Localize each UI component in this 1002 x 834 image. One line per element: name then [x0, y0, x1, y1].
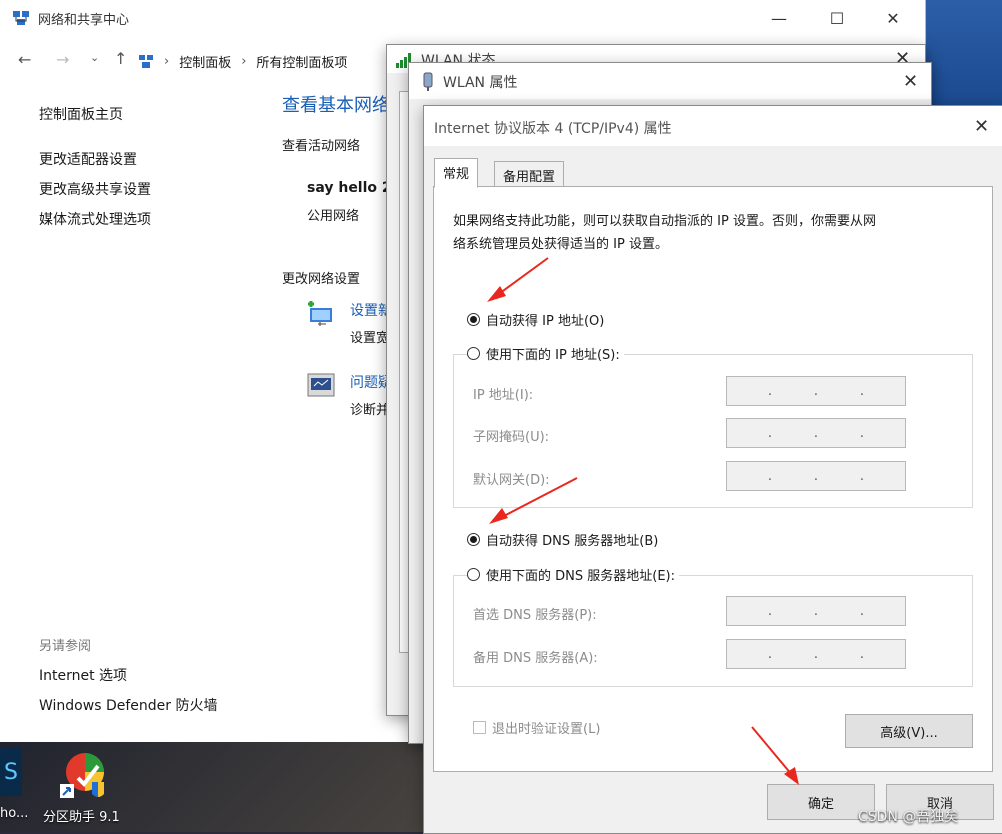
tab-general[interactable]: 常规 [434, 158, 479, 188]
watermark: CSDN @吾独矣 [858, 809, 959, 825]
arrow-to-auto-ip [487, 257, 549, 302]
arrow-to-auto-dns [489, 477, 578, 524]
annotation-arrows [487, 257, 799, 785]
arrow-to-ok-button [751, 726, 799, 785]
